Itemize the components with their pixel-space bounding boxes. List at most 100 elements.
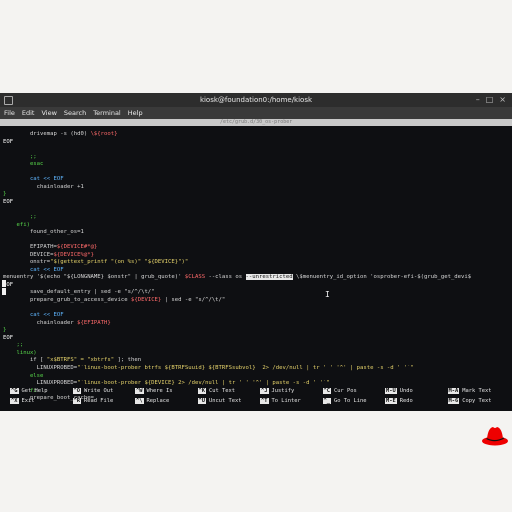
window-titlebar[interactable]: kiosk@foundation0:/home/kiosk – □ × — [0, 93, 512, 107]
shortcut-label: Redo — [399, 397, 413, 404]
shortcut-key: ^T — [260, 397, 269, 404]
shortcut-key: ^\ — [135, 397, 144, 404]
code-token: if [ — [3, 357, 47, 364]
code-line: chainloader +1 — [3, 184, 508, 192]
close-icon[interactable]: × — [499, 95, 506, 104]
shortcut-key: M-E — [385, 397, 397, 404]
text-cursor-icon: I — [325, 290, 330, 299]
menu-search[interactable]: Search — [64, 109, 86, 117]
shortcut-item[interactable]: M-U Undo — [385, 387, 448, 395]
minimize-icon[interactable]: – — [476, 95, 480, 104]
code-token: "`linux-boot-prober ${DEVICE} 2> /dev/nu… — [77, 380, 330, 387]
code-line: cat << EOF — [3, 312, 508, 320]
shortcut-key: ^C — [322, 388, 331, 394]
code-line: efi) — [3, 222, 508, 230]
code-line: esac — [3, 161, 508, 169]
maximize-icon[interactable]: □ — [486, 95, 494, 104]
shortcut-label: Exit — [21, 397, 35, 404]
code-line: EOF — [3, 139, 508, 147]
shortcut-label: Write Out — [84, 388, 114, 394]
code-token: chainloader +1 — [3, 183, 84, 190]
shortcut-key: ^U — [197, 397, 206, 404]
code-line: save_default_entry | sed -e "s/^/\t/" — [3, 289, 508, 297]
shortcut-item[interactable]: ^C Cur Pos — [322, 387, 386, 395]
shortcut-item[interactable]: ^T To Linter — [260, 397, 323, 405]
shortcut-item[interactable]: ^U Uncut Text — [197, 397, 261, 405]
shortcut-key: M-A — [447, 388, 460, 394]
shortcut-key: ^_ — [322, 397, 331, 404]
code-token: found_other_os=1 — [3, 229, 84, 236]
code-token: \$menuentry_id_option 'osprober-efi-$(gr… — [292, 274, 472, 281]
code-token: ;; — [3, 214, 37, 221]
code-token: $CLASS — [184, 274, 206, 281]
code-line: prepare_grub_to_access_device ${DEVICE} … — [3, 297, 508, 305]
shortcut-item[interactable]: ^\ Replace — [135, 397, 198, 405]
shortcut-label: Replace — [146, 397, 170, 404]
shortcut-item[interactable]: ^R Read File — [72, 397, 136, 405]
code-token: ]; then — [114, 357, 142, 364]
code-token: EOF — [3, 334, 14, 341]
code-line: menuentry '$(echo "${LONGNAME} $onstr" |… — [3, 274, 508, 282]
code-line: ;; — [3, 154, 508, 162]
code-token: LINUXPROBED= — [3, 380, 78, 387]
shortcut-key: ^G — [10, 388, 19, 394]
monitor-screen: kiosk@foundation0:/home/kiosk – □ × File… — [0, 93, 512, 411]
code-line: DEVICE=${DEVICE%@*} — [3, 252, 508, 260]
menu-terminal[interactable]: Terminal — [93, 109, 120, 117]
code-token: DEVICE= — [3, 251, 54, 258]
code-line: found_other_os=1 — [3, 229, 508, 237]
code-token: esac — [3, 161, 44, 168]
shortcut-item[interactable]: ^K Cut Text — [197, 387, 261, 395]
shortcut-key: ^X — [10, 397, 19, 404]
code-token: cat << EOF — [3, 312, 64, 319]
shortcut-item[interactable]: ^_ Go To Line — [322, 397, 386, 405]
shortcut-label: Mark Text — [462, 388, 492, 394]
shortcut-item[interactable]: M-E Redo — [385, 397, 448, 405]
menu-edit[interactable]: Edit — [22, 109, 35, 117]
menu-view[interactable]: View — [41, 109, 56, 117]
menu-bar: File Edit View Search Terminal Help — [0, 107, 512, 119]
code-token: else — [3, 372, 44, 379]
shortcut-item[interactable]: ^O Write Out — [72, 387, 136, 395]
code-token: ${EFIPATH} — [77, 319, 111, 326]
margin-marker — [2, 288, 6, 295]
shortcut-label: Uncut Text — [209, 397, 242, 404]
menu-help[interactable]: Help — [128, 109, 143, 117]
code-token: EOF — [3, 198, 14, 205]
code-token: chainloader — [3, 319, 78, 326]
code-line: EOF — [3, 282, 508, 290]
shortcut-item[interactable]: ^J Justify — [260, 387, 323, 395]
code-token: "$(gettext_printf "(on %s)" "${DEVICE}")… — [50, 259, 189, 266]
menu-file[interactable]: File — [4, 109, 15, 117]
code-line: EOF — [3, 335, 508, 343]
shortcut-label: Undo — [399, 388, 413, 394]
shortcut-item[interactable]: M-6 Copy Text — [447, 397, 511, 405]
window-title: kiosk@foundation0:/home/kiosk — [199, 96, 313, 104]
code-line: onstr="$(gettext_printf "(on %s)" "${DEV… — [3, 259, 508, 267]
code-token: ${DEVICE%@*} — [53, 251, 94, 258]
shortcut-item[interactable]: M-A Mark Text — [447, 387, 511, 395]
window-controls: – □ × — [476, 95, 506, 104]
shortcut-label: To Linter — [271, 397, 301, 404]
shortcut-key: ^K — [197, 388, 206, 394]
code-line: cat << EOF — [3, 267, 508, 275]
code-token: } — [3, 191, 7, 198]
editor-text-area[interactable]: drivemap -s (hd0) \${root} EOF ;; esac ca… — [3, 131, 508, 403]
shortcut-label: Read File — [84, 397, 114, 404]
shortcut-item[interactable]: ^W Where Is — [135, 387, 198, 395]
shortcut-bar: ^G Get Help ^O Write Out ^W Where Is ^K Cut Tex… — [10, 387, 510, 405]
shortcut-key: ^W — [135, 388, 144, 394]
code-line: chainloader ${EFIPATH} — [3, 320, 508, 328]
shortcut-item[interactable]: ^G Get Help — [10, 387, 73, 395]
shortcut-key: M-U — [385, 388, 397, 394]
code-token: ;; — [3, 342, 24, 349]
code-token: cat << EOF — [3, 266, 64, 273]
shortcut-label: Copy Text — [462, 397, 492, 404]
shortcut-item[interactable]: ^X Exit — [10, 397, 73, 405]
code-line: cat << EOF — [3, 176, 508, 184]
code-token: efi) — [3, 221, 30, 228]
